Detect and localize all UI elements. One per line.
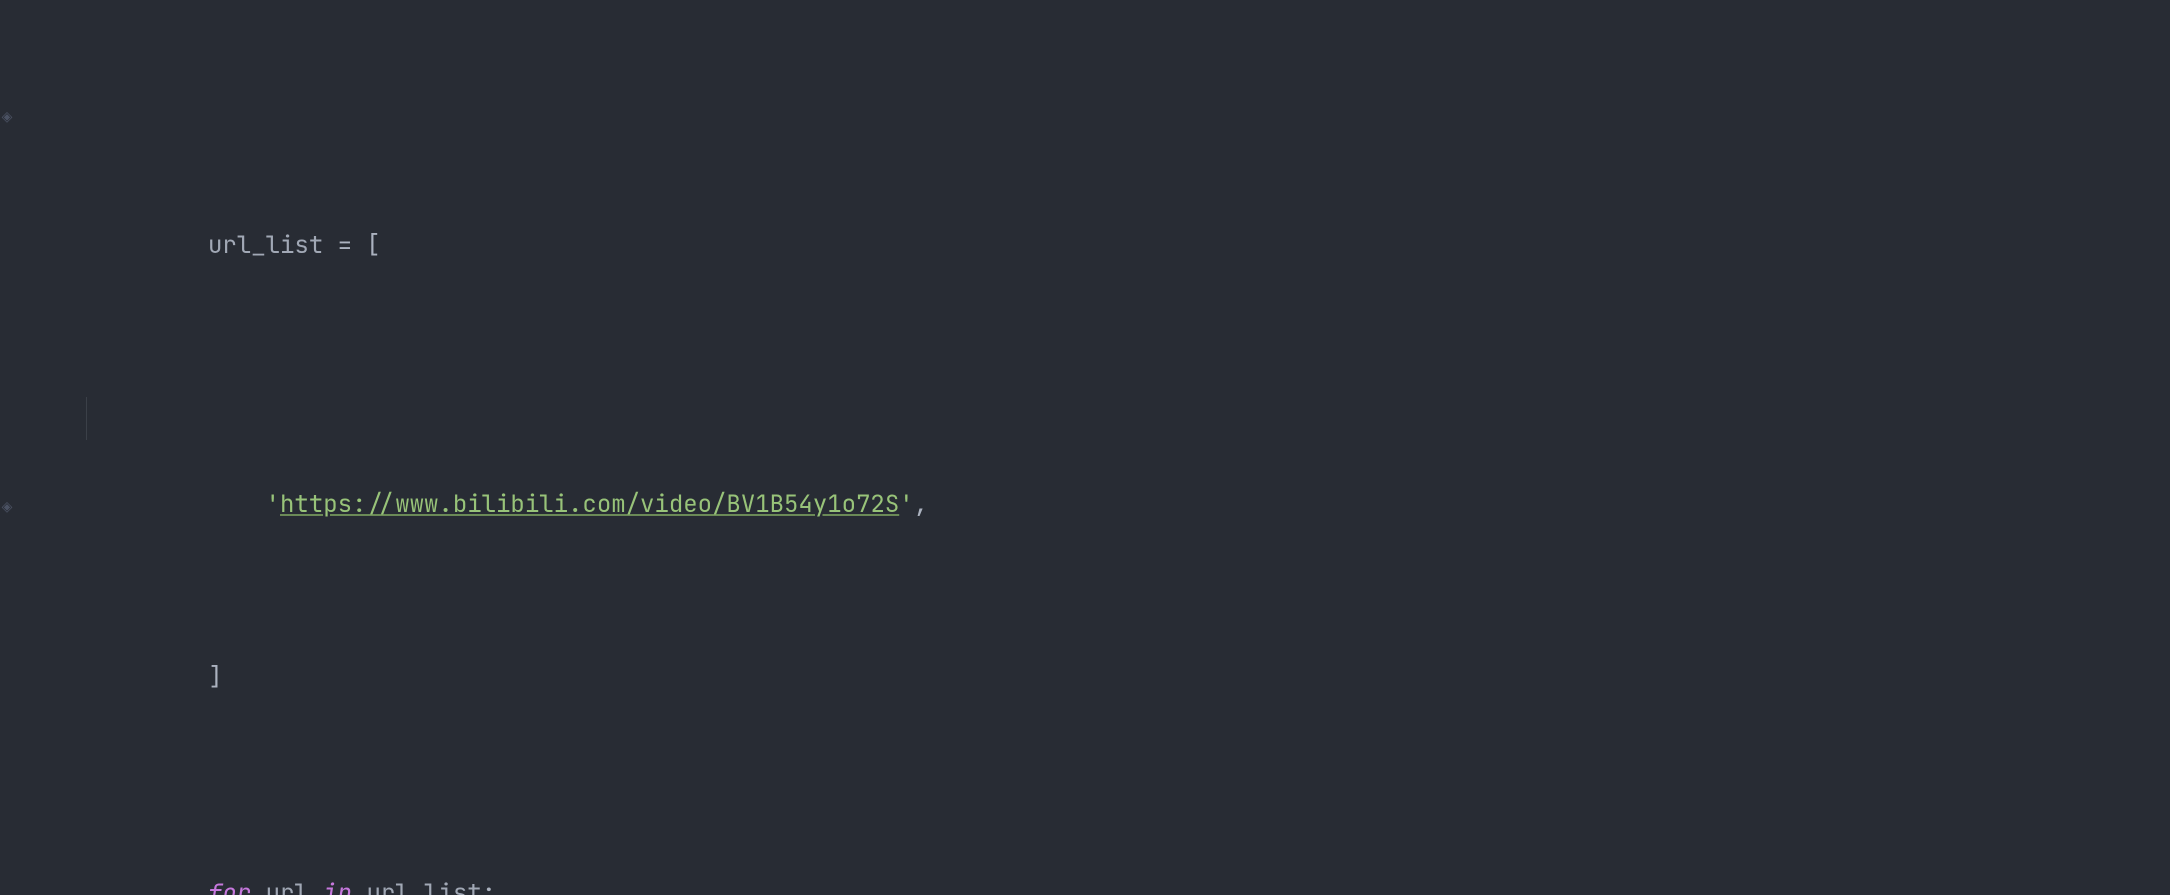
code-line[interactable]: 'https://www.bilibili.com/video/BV1B54y1… xyxy=(20,397,2170,440)
code-line[interactable]: for url in url_list: xyxy=(20,829,2170,872)
bookmark-icon[interactable]: ◈ xyxy=(0,498,16,516)
keyword-in: in xyxy=(323,878,352,895)
bookmark-icon[interactable]: ◈ xyxy=(0,108,16,126)
code-editor[interactable]: ◈ ◈ url_list = [ 'https://www.bilibili.c… xyxy=(0,0,2170,895)
code-line[interactable]: ] xyxy=(20,613,2170,656)
keyword-for: for xyxy=(208,878,251,895)
code-line[interactable]: url_list = [ xyxy=(20,181,2170,224)
code-area[interactable]: url_list = [ 'https://www.bilibili.com/v… xyxy=(20,8,2170,895)
variable: url_list xyxy=(208,230,323,261)
url-string: https://www.bilibili.com/video/BV1B54y1o… xyxy=(280,489,899,520)
